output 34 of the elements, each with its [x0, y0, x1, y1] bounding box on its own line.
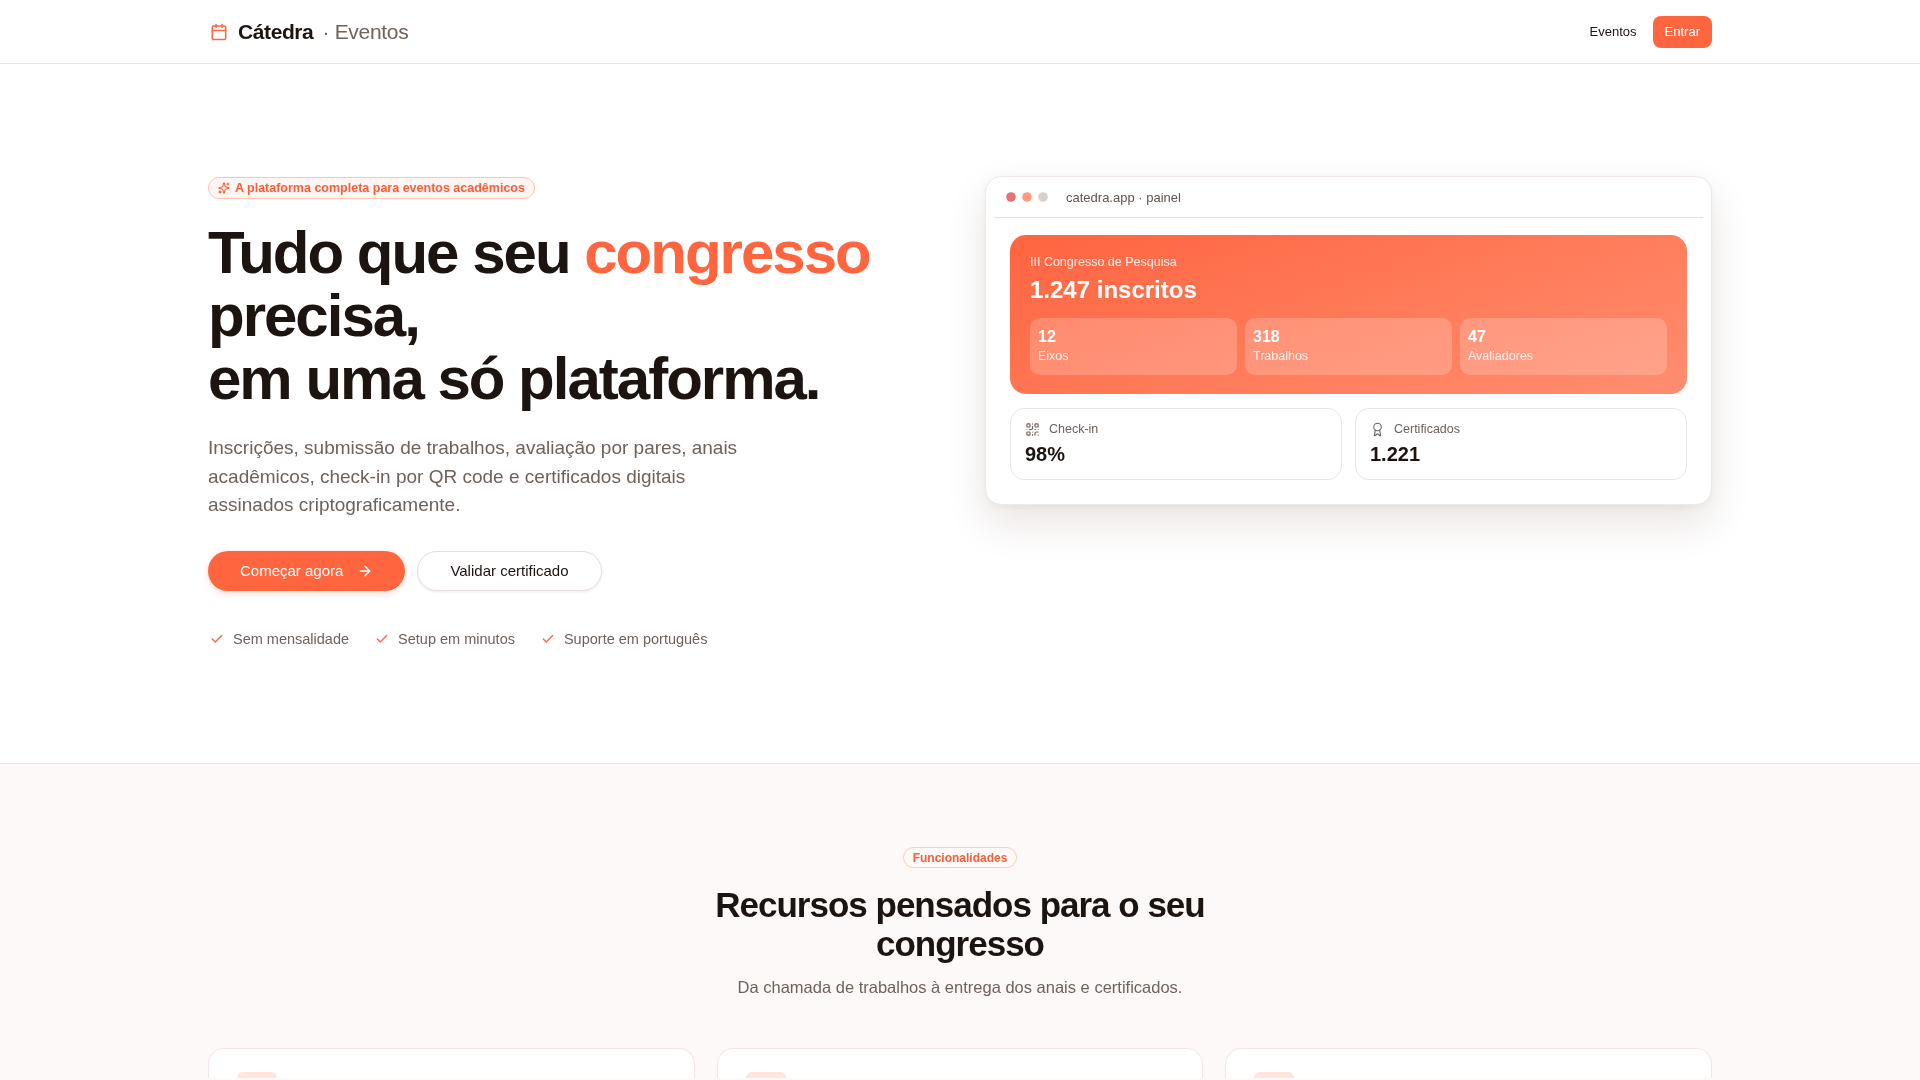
hero-description: Inscrições, submissão de trabalhos, avaliação por pares, anais acadêmicos, check-in por QR code e certificados digitais assinados criptograficamente. — [208, 436, 739, 517]
nav-link[interactable]: Eventos — [1589, 24, 1637, 39]
perk-text: Suporte em português — [563, 630, 708, 647]
feature-icon-tile — [745, 1072, 786, 1078]
calendar-icon — [210, 22, 228, 41]
sparkles-icon — [218, 182, 230, 194]
section-subtitle: Da chamada de trabalhos à entrega dos anais e certificados. — [737, 977, 1183, 998]
badge-text: A plataforma completa para eventos acadêmicos — [235, 181, 525, 195]
perk-text: Sem mensalidade — [233, 630, 350, 647]
address-text: catedra.app · painel — [1066, 189, 1181, 205]
brand-name: Cátedra — [238, 19, 314, 44]
section-badge: Funcionalidades — [902, 847, 1018, 868]
brand-suffix: · Eventos — [322, 19, 409, 44]
metric-label: Certificados — [1394, 421, 1460, 437]
registrations-count: 1.247 inscritos — [1030, 276, 1198, 304]
stat-label: Avaliadores — [1468, 348, 1535, 365]
stat-value: 47 — [1468, 327, 1487, 347]
metric-value: 1.221 — [1370, 442, 1422, 466]
stat-value: 12 — [1038, 327, 1057, 347]
event-name: III Congresso de Pesquisa — [1030, 254, 1178, 270]
validate-certificate-button[interactable]: Validar certificado — [417, 550, 602, 591]
feature-icon-tile — [237, 1072, 277, 1078]
stat-label: Trabalhos — [1253, 348, 1310, 365]
perk-text: Setup em minutos — [398, 630, 515, 647]
window-controls-icon — [1006, 192, 1048, 202]
stat-value: 318 — [1253, 327, 1281, 347]
award-icon — [1370, 421, 1385, 437]
feature-icon-tile — [1254, 1072, 1295, 1078]
qr-code-icon — [1025, 421, 1040, 437]
section-title: Recursos pensados para o seu congresso — [714, 885, 1206, 963]
hero-headline: Tudo que seu congresso precisa, em uma só plataforma. — [208, 221, 871, 410]
stat-label: Eixos — [1038, 348, 1070, 365]
metric-label: Check-in — [1049, 421, 1099, 437]
metric-value: 98% — [1025, 442, 1067, 466]
